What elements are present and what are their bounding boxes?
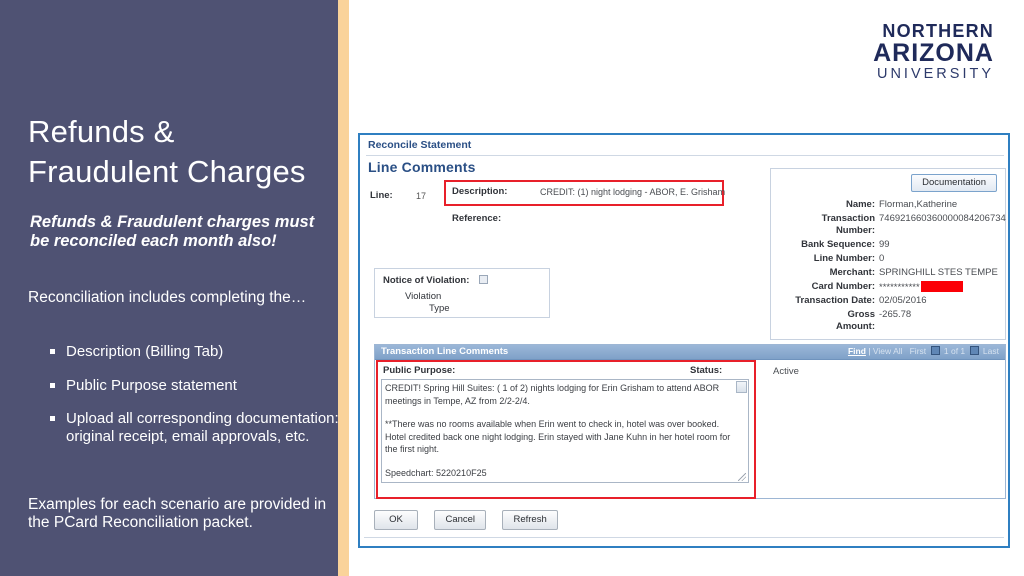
- previous-page-icon[interactable]: [930, 346, 940, 355]
- public-purpose-paragraph-2: **There was no rooms available when Erin…: [385, 419, 731, 454]
- notice-of-violation-checkbox[interactable]: [479, 275, 488, 284]
- info-key: Line Number:: [813, 253, 875, 264]
- textarea-scrollbar[interactable]: [736, 381, 747, 393]
- info-row-merchant: Merchant: SPRINGHILL STES TEMPE: [771, 267, 1005, 281]
- grid-navigation: Find | View All First 1 of 1 Last: [848, 346, 999, 356]
- status-label: Status:: [690, 365, 723, 376]
- list-item-label: Description (Billing Tab): [66, 343, 224, 360]
- public-purpose-paragraph-1: CREDIT! Spring Hill Suites: ( 1 of 2) ni…: [385, 383, 720, 406]
- body-statement: Reconciliation includes completing the…: [28, 289, 307, 306]
- info-key: Card Number:: [811, 281, 875, 292]
- left-content-panel: [0, 0, 338, 576]
- ok-button[interactable]: OK: [374, 510, 418, 530]
- violation-type-label-line-2: Type: [429, 303, 450, 314]
- info-row-line-number: Line Number: 0: [771, 253, 1005, 267]
- bullet-square-icon: [50, 382, 55, 388]
- bullet-square-icon: [50, 416, 55, 421]
- transaction-info-card: Documentation Name: Florman,Katherine Tr…: [770, 168, 1006, 340]
- info-key: Gross Amount:: [835, 309, 875, 332]
- lead-statement: Refunds & Fraudulent charges must be rec…: [30, 213, 315, 250]
- public-purpose-textarea[interactable]: CREDIT! Spring Hill Suites: ( 1 of 2) ni…: [381, 379, 749, 483]
- breadcrumb[interactable]: Reconcile Statement: [368, 139, 471, 151]
- bullet-list: Description (Billing Tab) Public Purpose…: [50, 343, 340, 461]
- slide-root: Refunds & Fraudulent Charges Refunds & F…: [0, 0, 1024, 576]
- cancel-button[interactable]: Cancel: [434, 510, 487, 530]
- list-item-label: Upload all corresponding documentation: …: [66, 410, 339, 445]
- first-link[interactable]: First: [910, 346, 927, 356]
- transaction-line-comments-title: Transaction Line Comments: [381, 346, 509, 357]
- embedded-app-screenshot: Reconcile Statement Line Comments Line: …: [358, 133, 1010, 548]
- page-counter: 1 of 1: [943, 346, 966, 356]
- section-heading: Line Comments: [368, 159, 476, 175]
- info-key: Transaction Date:: [795, 295, 875, 306]
- nau-logo-line-3: UNIVERSITY: [876, 66, 994, 82]
- info-value: 99: [879, 239, 890, 250]
- info-value-masked: ***********: [879, 281, 963, 293]
- view-all-link[interactable]: View All: [873, 346, 903, 356]
- page-title-line-2: Fraudulent Charges: [28, 154, 306, 189]
- info-value: 746921660360000084206734: [879, 213, 1006, 224]
- list-item: Description (Billing Tab): [50, 343, 340, 361]
- info-key: Name:: [845, 199, 875, 210]
- reference-label: Reference:: [452, 213, 502, 224]
- transaction-info-rows: Name: Florman,Katherine Transaction Numbe…: [771, 199, 1006, 335]
- page-title-line-1: Refunds &: [28, 114, 175, 149]
- header-divider: [366, 155, 1004, 156]
- status-badge: Active: [773, 366, 799, 377]
- public-purpose-paragraph-3: Speedchart: 5220210F25: [385, 467, 487, 478]
- transaction-line-comments-header: Transaction Line Comments Find | View Al…: [375, 345, 1005, 360]
- info-value: Florman,Katherine: [879, 199, 958, 210]
- footer-divider: [364, 537, 1004, 538]
- description-label: Description:: [452, 186, 508, 197]
- info-value: 02/05/2016: [879, 295, 927, 306]
- violation-type-label-line-1: Violation: [405, 291, 442, 302]
- notice-of-violation-label: Notice of Violation:: [383, 275, 470, 286]
- notice-of-violation-box: Notice of Violation: Violation Type: [374, 268, 550, 318]
- nav-separator: |: [868, 346, 871, 356]
- info-row-transaction-number: Transaction Number: 746921660360000084206…: [771, 213, 1006, 239]
- page-title: Refunds & Fraudulent Charges: [28, 112, 338, 192]
- info-row-bank-sequence: Bank Sequence: 99: [771, 239, 1005, 253]
- nau-logo-line-2: ARIZONA: [873, 39, 994, 67]
- info-key: Bank Sequence:: [801, 239, 875, 250]
- form-action-buttons: OK Cancel Refresh: [374, 509, 570, 530]
- info-key: Merchant:: [829, 267, 875, 278]
- list-item: Upload all corresponding documentation: …: [50, 410, 340, 445]
- card-number-mask-text: ***********: [879, 282, 920, 293]
- info-value: SPRINGHILL STES TEMPE: [879, 267, 998, 278]
- info-key: Transaction Number:: [821, 213, 875, 236]
- public-purpose-label: Public Purpose:: [383, 365, 456, 376]
- list-item: Public Purpose statement: [50, 377, 340, 395]
- bullet-square-icon: [50, 349, 55, 354]
- transaction-line-comments-group: Transaction Line Comments Find | View Al…: [374, 344, 1006, 499]
- refresh-button[interactable]: Refresh: [502, 510, 558, 530]
- line-value: 17: [416, 191, 427, 201]
- info-value: -265.78: [879, 309, 912, 320]
- find-link[interactable]: Find: [848, 346, 866, 356]
- info-row-transaction-date: Transaction Date: 02/05/2016: [771, 295, 1005, 309]
- info-row-gross-amount: Gross Amount: -265.78: [771, 309, 1005, 335]
- info-row-card-number: Card Number: ***********: [771, 281, 1005, 295]
- documentation-button[interactable]: Documentation: [911, 174, 997, 192]
- accent-stripe: [338, 0, 349, 576]
- resize-grip-icon[interactable]: [738, 473, 746, 481]
- info-value: 0: [879, 253, 885, 264]
- description-value[interactable]: CREDIT: (1) night lodging - ABOR, E. Gri…: [540, 187, 725, 197]
- next-page-icon[interactable]: [969, 346, 979, 355]
- nau-logo: NORTHERN ARIZONA UNIVERSITY: [873, 22, 994, 83]
- line-label: Line:: [370, 190, 393, 201]
- last-link[interactable]: Last: [983, 346, 999, 356]
- redaction-bar: [920, 281, 963, 292]
- closing-statement: Examples for each scenario are provided …: [28, 496, 327, 531]
- list-item-label: Public Purpose statement: [66, 376, 237, 394]
- info-row-name: Name: Florman,Katherine: [771, 199, 1005, 213]
